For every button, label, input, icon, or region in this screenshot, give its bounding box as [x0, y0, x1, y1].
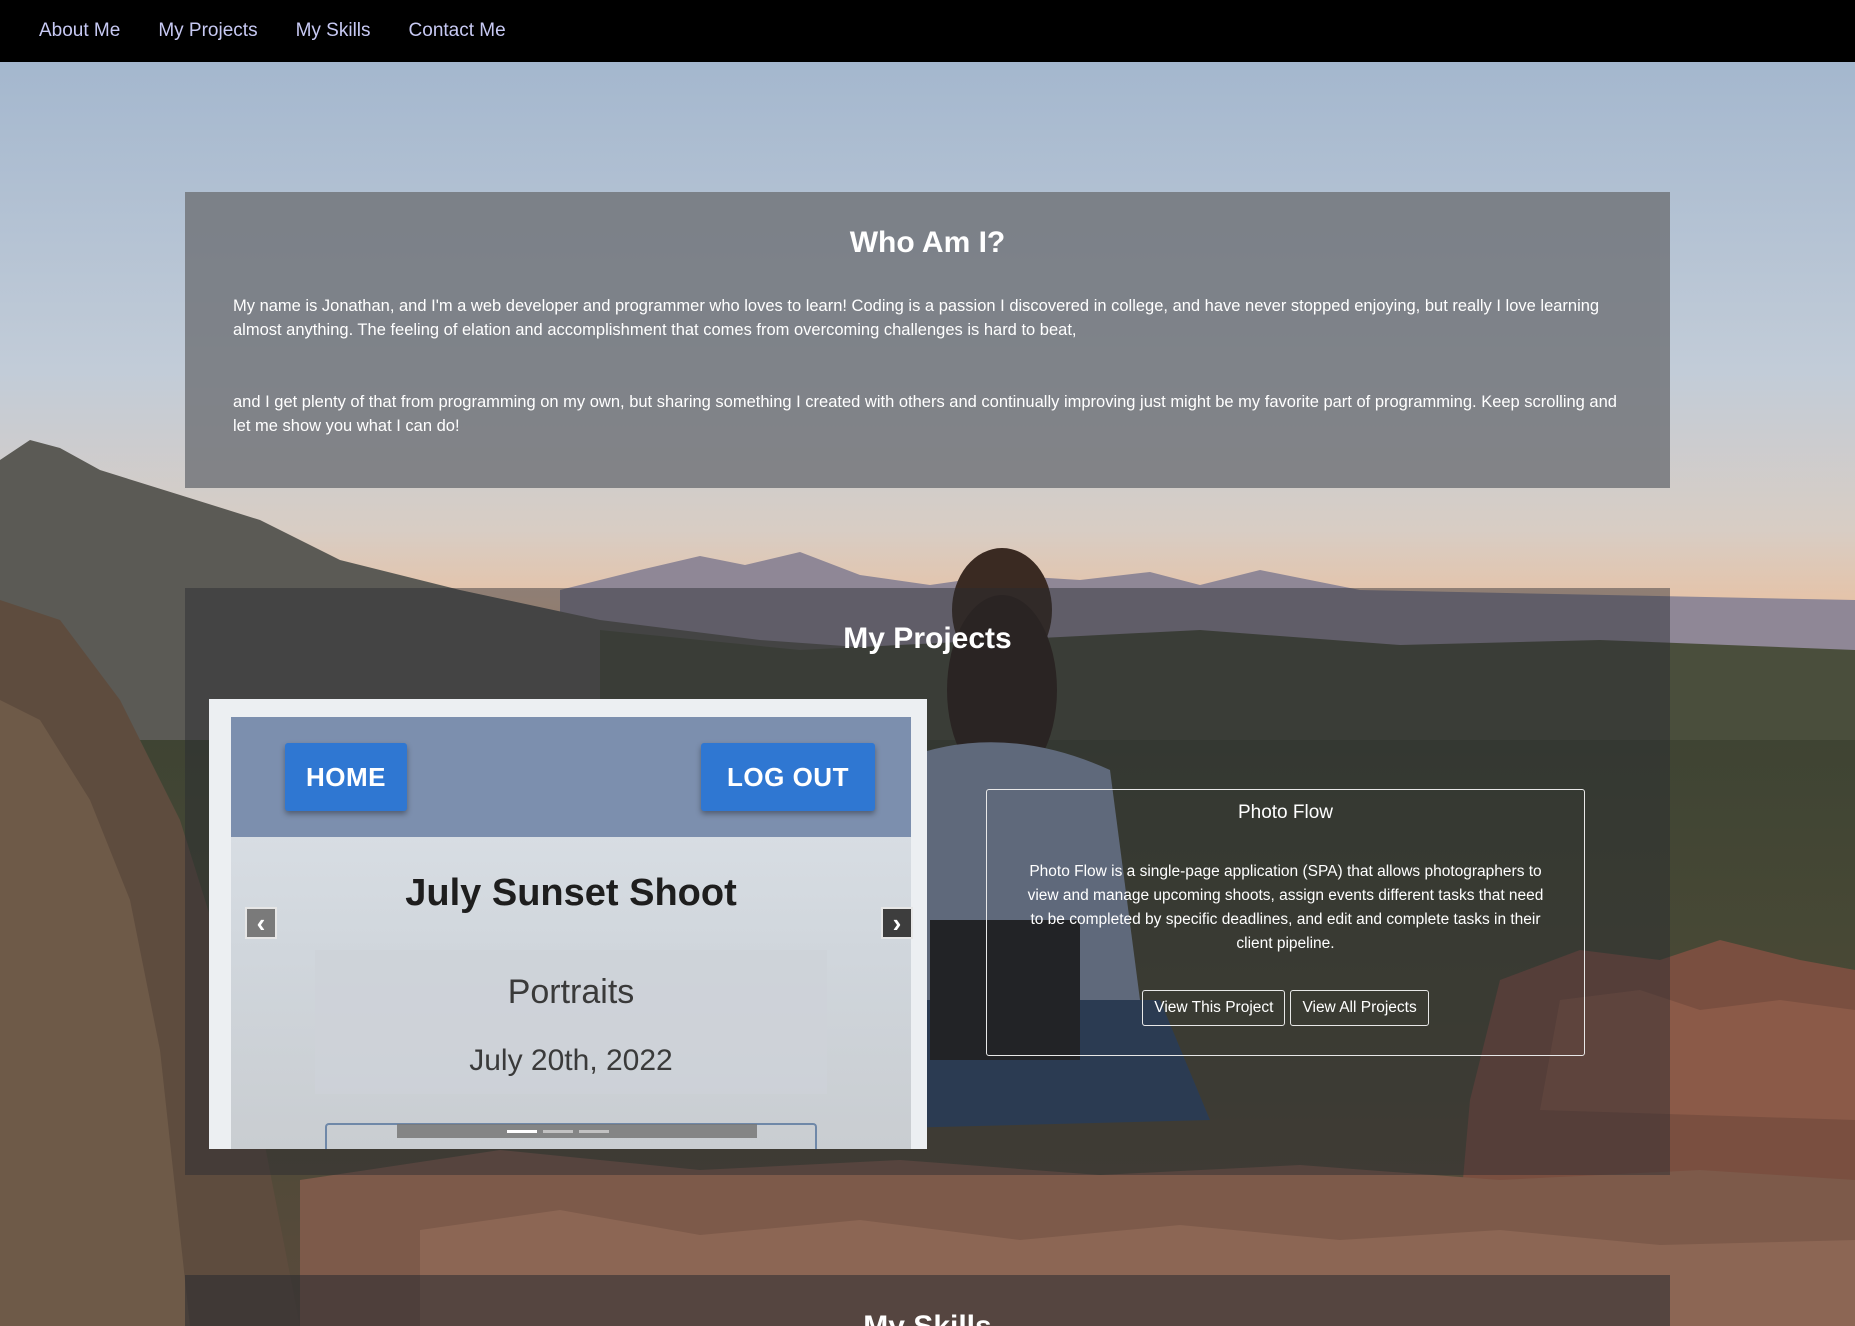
nav-my-projects[interactable]: My Projects: [139, 0, 276, 62]
nav-contact-me[interactable]: Contact Me: [390, 0, 525, 62]
project-buttons: View This Project View All Projects: [987, 990, 1584, 1026]
slide-home-button: HOME: [285, 743, 407, 811]
project-description: Photo Flow is a single-page application …: [1027, 863, 1544, 952]
slide-shoot-date: July 20th, 2022: [469, 1044, 673, 1077]
about-section: Who Am I? My name is Jonathan, and I'm a…: [185, 192, 1670, 488]
chevron-left-icon: ‹: [256, 907, 266, 938]
carousel-indicator-3[interactable]: [579, 1129, 609, 1133]
nav-my-skills[interactable]: My Skills: [277, 0, 390, 62]
chevron-right-icon: ›: [892, 907, 902, 938]
about-title: Who Am I?: [849, 226, 1006, 259]
project-name: Photo Flow: [1237, 802, 1334, 823]
carousel-indicator-1[interactable]: [507, 1129, 537, 1133]
slide-shoot-category: Portraits: [507, 973, 635, 1011]
project-card: Photo Flow Photo Flow is a single-page a…: [986, 789, 1585, 1056]
carousel-indicators: [397, 1124, 757, 1138]
top-nav: About Me My Projects My Skills Contact M…: [0, 0, 1855, 62]
skills-title: My Skills: [185, 1310, 1670, 1326]
project-carousel[interactable]: HOME LOG OUT July Sunset Shoot Portraits…: [209, 699, 927, 1149]
nav-about-me[interactable]: About Me: [20, 0, 139, 62]
projects-title: My Projects: [843, 622, 1012, 655]
skills-section: My Skills: [185, 1275, 1670, 1326]
slide-shoot-title: July Sunset Shoot: [405, 872, 737, 914]
carousel-slide-screenshot: HOME LOG OUT July Sunset Shoot Portraits…: [231, 717, 911, 1149]
projects-section: My Projects HOME LOG OUT July Sunset Sho…: [185, 588, 1670, 1175]
view-all-projects-button[interactable]: View All Projects: [1290, 990, 1429, 1026]
carousel-next-button[interactable]: ›: [881, 907, 913, 939]
about-paragraph-2: and I get plenty of that from programmin…: [233, 393, 1617, 435]
view-this-project-button[interactable]: View This Project: [1142, 990, 1286, 1026]
slide-logout-button: LOG OUT: [701, 743, 875, 811]
carousel-indicator-2[interactable]: [543, 1129, 573, 1133]
carousel-prev-button[interactable]: ‹: [245, 907, 277, 939]
about-paragraph-1: My name is Jonathan, and I'm a web devel…: [233, 297, 1600, 339]
